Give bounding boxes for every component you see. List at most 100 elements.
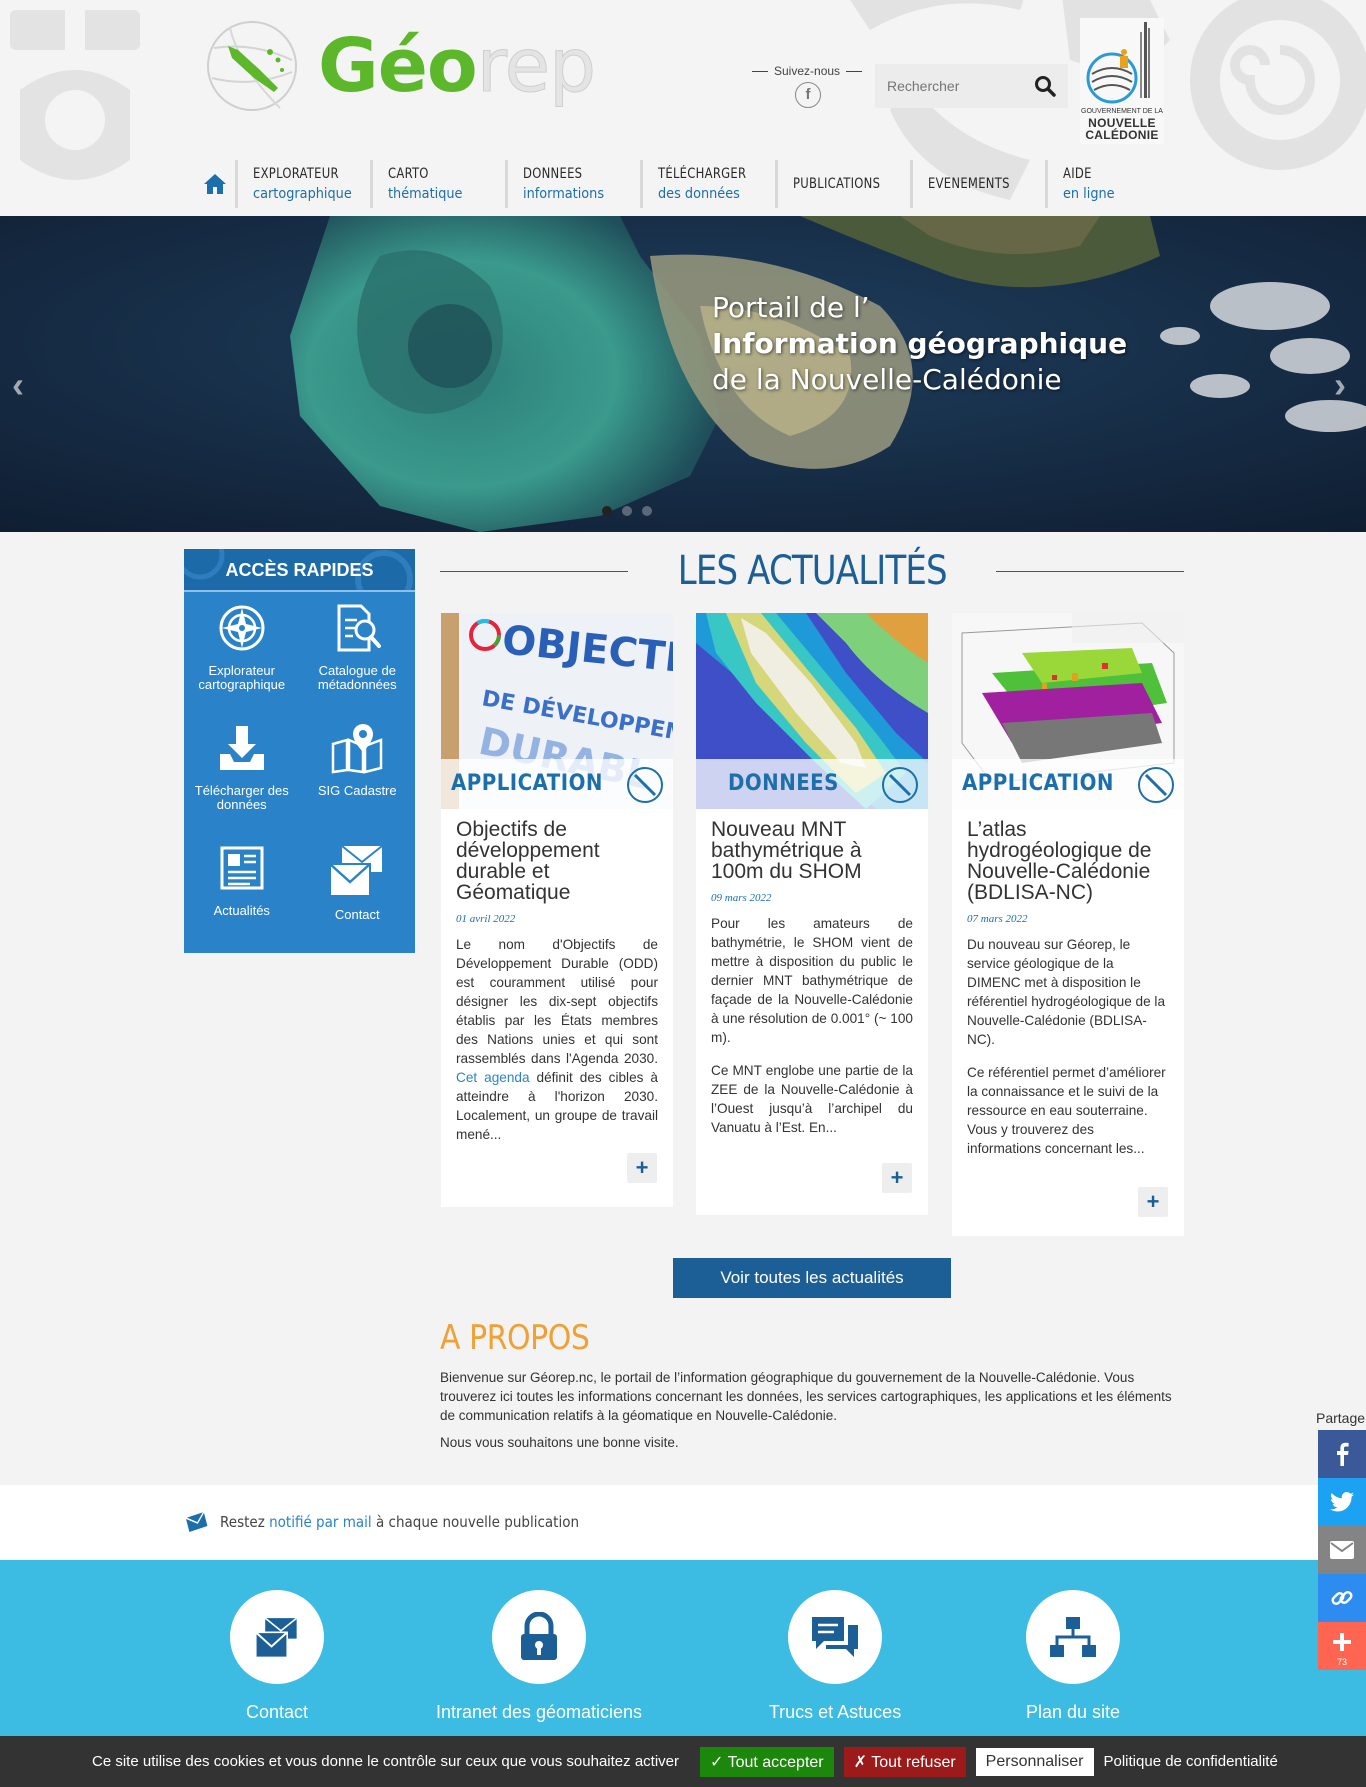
customize-button[interactable]: Personnaliser bbox=[975, 1747, 1094, 1776]
read-more-button[interactable]: + bbox=[627, 1153, 657, 1183]
hero-line3: de la Nouvelle-Calédonie bbox=[712, 363, 1062, 396]
quick-access-grid: Explorateur cartographique Catalogue de … bbox=[184, 592, 415, 956]
footer-link-intranet[interactable]: Intranet des géomaticiens bbox=[436, 1590, 642, 1723]
news-card-date: 07 mars 2022 bbox=[967, 913, 1028, 925]
nav-label: CARTO bbox=[388, 166, 429, 182]
gov-line3: CALÉDONIE bbox=[1085, 128, 1159, 142]
news-card-excerpt: Du nouveau sur Géorep, le service géolog… bbox=[967, 937, 1166, 1047]
cookie-message: Ce site utilise des cookies et vous donn… bbox=[92, 1753, 679, 1770]
plus-icon bbox=[1333, 1633, 1351, 1651]
share-twitter-button[interactable] bbox=[1318, 1478, 1366, 1526]
sitemap-icon bbox=[1050, 1617, 1096, 1657]
globe-logo-icon bbox=[882, 767, 918, 803]
nav-item-explorateur[interactable]: EXPLORATEUR cartographique bbox=[235, 160, 370, 208]
search-icon[interactable] bbox=[1034, 75, 1056, 97]
read-more-button[interactable]: + bbox=[882, 1163, 912, 1193]
accept-all-button[interactable]: ✓ Tout accepter bbox=[700, 1746, 834, 1777]
site-header: Géorep Suivez-nous f GOUVERNEMENT DE LA … bbox=[0, 0, 1366, 216]
footer-icon-circle bbox=[492, 1590, 586, 1684]
chat-bubbles-icon bbox=[812, 1617, 858, 1657]
site-logo[interactable]: Géorep bbox=[200, 18, 597, 114]
agenda-link[interactable]: Cet agenda bbox=[456, 1070, 530, 1085]
nav-home[interactable] bbox=[195, 160, 235, 208]
news-card-category: APPLICATION bbox=[441, 759, 673, 809]
read-more-button[interactable]: + bbox=[1138, 1187, 1168, 1217]
facebook-icon[interactable]: f bbox=[795, 82, 821, 108]
carousel-dot[interactable] bbox=[602, 506, 612, 516]
refuse-all-button[interactable]: ✗ Tout refuser bbox=[843, 1746, 966, 1777]
footer-link-contact[interactable]: Contact bbox=[230, 1590, 324, 1723]
lock-icon bbox=[521, 1612, 557, 1660]
nav-label: DONNEES bbox=[523, 166, 583, 182]
share-email-button[interactable] bbox=[1318, 1526, 1366, 1574]
carousel-dot[interactable] bbox=[622, 506, 632, 516]
news-card-title[interactable]: Objectifs de développement durable et Gé… bbox=[441, 809, 673, 903]
footer-icon-circle bbox=[1026, 1590, 1120, 1684]
news-card-image: OBJECTIFS DE DÉVELOPPEMENT DURABL APPLIC… bbox=[441, 613, 673, 809]
carousel-next-arrow[interactable]: › bbox=[1334, 364, 1346, 406]
news-card-date: 01 avril 2022 bbox=[456, 913, 516, 925]
mail-notification-icon bbox=[185, 1511, 208, 1532]
nav-label: PUBLICATIONS bbox=[793, 176, 881, 192]
globe-logo-icon bbox=[207, 21, 297, 111]
quick-link-explorateur[interactable]: Explorateur cartographique bbox=[184, 596, 300, 716]
about-title: A PROPOS bbox=[440, 1318, 590, 1358]
news-card-title[interactable]: L’atlas hydrogéologique de Nouvelle-Calé… bbox=[952, 809, 1184, 903]
satellite-image bbox=[0, 216, 1366, 532]
footer-link-label: Plan du site bbox=[1025, 1702, 1121, 1722]
follow-us-text: Suivez-nous bbox=[774, 64, 841, 78]
nav-item-donnees[interactable]: DONNEES informations bbox=[505, 160, 640, 208]
government-logo[interactable]: GOUVERNEMENT DE LA NOUVELLE CALÉDONIE bbox=[1080, 18, 1164, 144]
quick-link-actualites[interactable]: Actualités bbox=[184, 836, 300, 956]
quick-link-telecharger[interactable]: Télécharger des données bbox=[184, 716, 300, 836]
news-card[interactable]: DONNEES Nouveau MNT bathymétrique à 100m… bbox=[696, 613, 928, 1215]
map-pin-icon bbox=[332, 724, 383, 774]
footer-link-label: Intranet des géomaticiens bbox=[435, 1702, 643, 1722]
quick-link-catalogue[interactable]: Catalogue de métadonnées bbox=[300, 596, 416, 716]
quick-link-label: Catalogue de métadonnées bbox=[317, 663, 397, 692]
document-search-icon bbox=[337, 604, 382, 652]
news-card[interactable]: APPLICATION L’atlas hydrogéologique de N… bbox=[952, 613, 1184, 1236]
category-label: APPLICATION bbox=[962, 771, 1114, 796]
search-input[interactable] bbox=[875, 64, 1025, 108]
nav-item-evenements[interactable]: EVENEMENTS bbox=[910, 160, 1045, 208]
news-card-image: APPLICATION bbox=[952, 613, 1184, 809]
quick-link-sig-cadastre[interactable]: SIG Cadastre bbox=[300, 716, 416, 836]
news-card-excerpt: Ce référentiel permet d’améliorer la con… bbox=[967, 1065, 1166, 1156]
newsletter-link[interactable]: notifié par mail bbox=[269, 1513, 372, 1531]
footer-link-plan[interactable]: Plan du site bbox=[1026, 1590, 1120, 1723]
nav-sublabel: des données bbox=[658, 186, 740, 202]
logo-geo-text: Géo bbox=[318, 23, 478, 109]
globe-logo-icon bbox=[1138, 767, 1174, 803]
news-card-excerpt: Le nom d'Objectifs de Développement Dura… bbox=[441, 931, 673, 1148]
nav-item-telecharger[interactable]: TÉLÉCHARGER des données bbox=[640, 160, 775, 208]
nav-label: AIDE bbox=[1063, 166, 1092, 182]
search-box bbox=[875, 64, 1068, 108]
footer-link-astuces[interactable]: Trucs et Astuces bbox=[769, 1590, 901, 1723]
share-more-button[interactable]: 73 bbox=[1318, 1622, 1366, 1670]
news-card[interactable]: OBJECTIFS DE DÉVELOPPEMENT DURABL APPLIC… bbox=[441, 613, 673, 1207]
link-icon bbox=[1331, 1590, 1353, 1606]
hero-carousel: Portail de l’ Information géographique d… bbox=[0, 216, 1366, 532]
nav-item-publications[interactable]: PUBLICATIONS bbox=[775, 160, 910, 208]
all-news-button[interactable]: Voir toutes les actualités bbox=[673, 1258, 951, 1298]
quick-link-contact[interactable]: Contact bbox=[300, 836, 416, 956]
nav-item-aide[interactable]: AIDE en ligne bbox=[1045, 160, 1180, 208]
quick-access-panel: ACCÈS RAPIDES Explorateur cartographique… bbox=[184, 549, 415, 953]
news-card-excerpt: Pour les amateurs de bathymétrie, le SHO… bbox=[711, 916, 913, 1045]
nav-item-carto[interactable]: CARTO thématique bbox=[370, 160, 505, 208]
government-label: GOUVERNEMENT DE LA NOUVELLE CALÉDONIE bbox=[1080, 108, 1164, 141]
logo-rep-text: rep bbox=[476, 23, 596, 110]
news-card-title[interactable]: Nouveau MNT bathymétrique à 100m du SHOM bbox=[696, 809, 928, 882]
newsletter-message: Restez notifié par mail à chaque nouvell… bbox=[184, 1510, 579, 1534]
home-icon bbox=[204, 174, 226, 194]
government-emblem-icon bbox=[1086, 22, 1150, 104]
share-facebook-button[interactable] bbox=[1318, 1430, 1366, 1478]
share-copy-link-button[interactable] bbox=[1318, 1574, 1366, 1622]
news-card-excerpt: Ce MNT englobe une partie de la ZEE de l… bbox=[711, 1063, 913, 1135]
excerpt-text: Le nom d'Objectifs de Développement Dura… bbox=[456, 937, 658, 1066]
carousel-dot[interactable] bbox=[642, 506, 652, 516]
newsletter-text: Restez bbox=[220, 1513, 270, 1531]
privacy-policy-link[interactable]: Politique de confidentialité bbox=[1104, 1753, 1278, 1770]
carousel-prev-arrow[interactable]: ‹ bbox=[12, 364, 24, 406]
